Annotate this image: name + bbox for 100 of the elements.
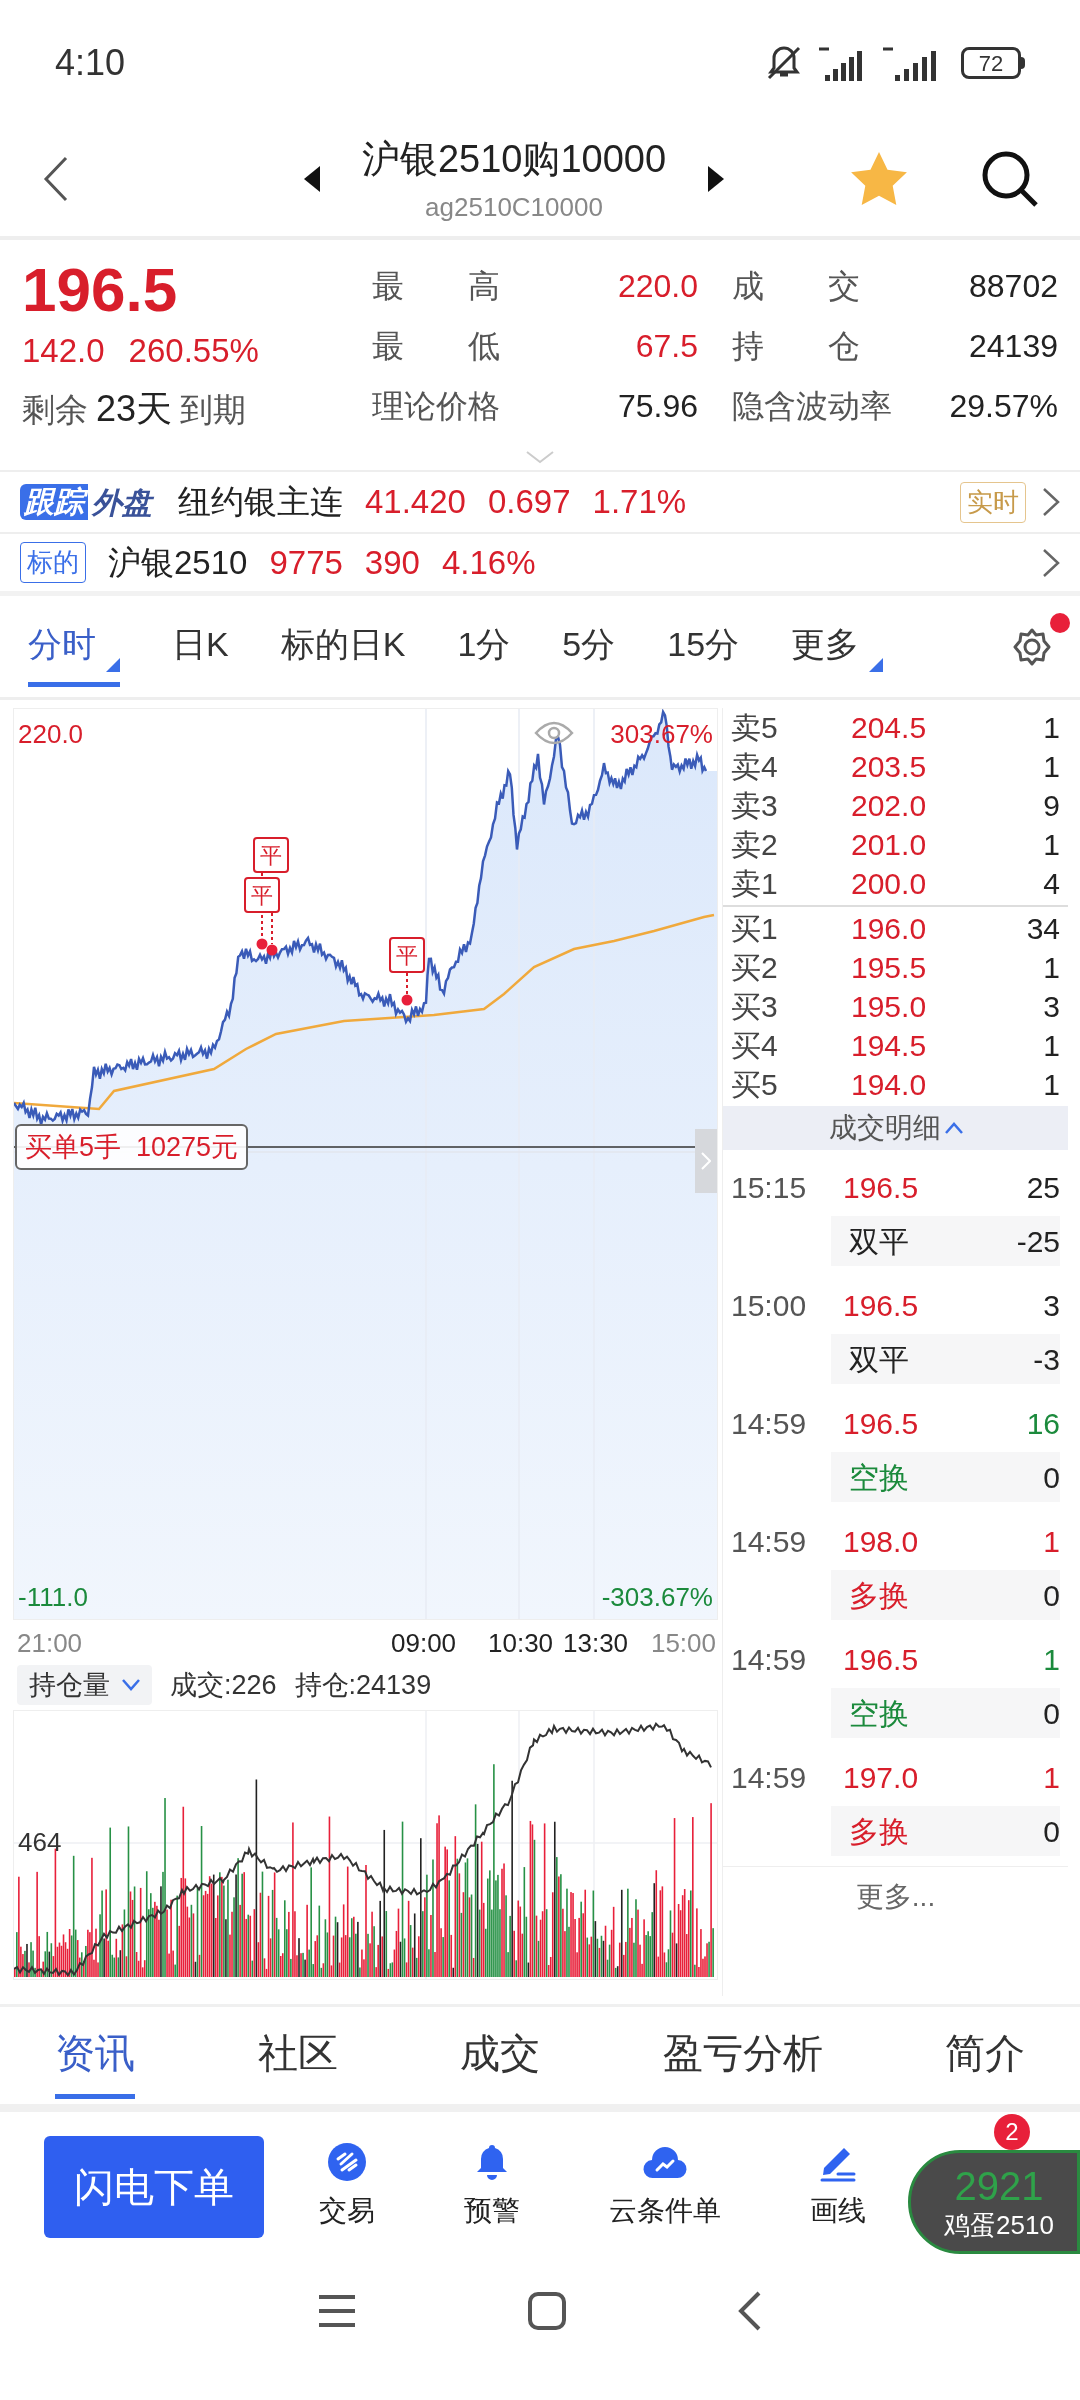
home-icon[interactable] [527, 2291, 567, 2331]
time-axis-label: 13:30 [563, 1627, 629, 1660]
trade-time: 14:59 [731, 1523, 808, 1560]
book-price: 204.5 [851, 710, 927, 746]
underlying-badge: 标的 [20, 542, 86, 583]
foreign-market-label: 外盘 [90, 484, 155, 521]
open-interest-change: 0 [1043, 1695, 1060, 1732]
stat-label: 持仓 [732, 327, 860, 366]
book-level-label: 卖5 [731, 710, 779, 746]
book-price: 194.0 [851, 1067, 927, 1103]
book-price: 196.0 [851, 911, 927, 947]
eye-icon[interactable] [534, 719, 574, 747]
underlying-change: 390 [364, 542, 420, 583]
trade-quantity: 1 [1043, 1641, 1060, 1678]
book-level-label: 买1 [731, 911, 779, 947]
open-interest-reading: 持仓:24139 [294, 1668, 432, 1702]
content-tab[interactable]: 成交 [460, 2012, 540, 2099]
content-tab[interactable]: 盈亏分析 [662, 2012, 823, 2099]
book-price: 200.0 [851, 866, 927, 902]
chart-tab[interactable]: 15分 [667, 606, 740, 687]
indicator-dropdown[interactable]: 持仓量 [17, 1665, 152, 1705]
more-button[interactable]: 更多... [723, 1866, 1068, 1926]
chart-tab[interactable]: 分时 [28, 606, 120, 687]
remaining-label: 剩余 [22, 389, 88, 430]
trade-time: 15:00 [731, 1287, 808, 1324]
chart-tab[interactable]: 1分 [457, 606, 511, 687]
stat-value: 24139 [969, 327, 1058, 366]
toolbar-action[interactable]: 预警 [463, 2142, 520, 2232]
stat-label: 理论价格 [372, 387, 500, 426]
chevron-right-icon[interactable] [1042, 547, 1060, 578]
order-line-label[interactable]: 买单5手 10275元 [15, 1124, 249, 1170]
book-quantity: 9 [1043, 788, 1060, 824]
chart-tab[interactable]: 更多 [791, 606, 884, 687]
trade-time: 14:59 [731, 1641, 808, 1678]
trade-quantity: 1 [1043, 1523, 1060, 1560]
close-marker[interactable]: 平 [253, 837, 289, 873]
book-level-label: 买3 [731, 989, 779, 1025]
trade-price: 196.5 [843, 1405, 919, 1442]
contract-code: ag2510C10000 [425, 191, 603, 224]
previous-icon[interactable] [303, 166, 322, 192]
search-icon[interactable] [980, 149, 1040, 209]
chevron-right-icon [701, 1152, 711, 1170]
toolbar-action[interactable]: 云条件单 [608, 2142, 721, 2232]
book-price: 203.5 [851, 749, 927, 785]
underlying-price: 9775 [269, 542, 343, 583]
underlying-change-percent: 4.16% [441, 542, 536, 583]
expiry-label: 到期 [180, 389, 247, 430]
book-quantity: 1 [1043, 950, 1060, 986]
trade-price: 198.0 [843, 1523, 919, 1560]
next-icon[interactable] [706, 166, 725, 192]
content-tab[interactable]: 简介 [945, 2012, 1025, 2099]
menu-icon[interactable] [317, 2294, 357, 2328]
book-level-label: 买4 [731, 1028, 779, 1064]
floating-name: 鸡蛋2510 [944, 2212, 1054, 2238]
notification-badge: 2 [994, 2114, 1030, 2150]
trade-price: 196.5 [843, 1641, 919, 1678]
trade-price: 196.5 [843, 1287, 919, 1324]
chart-tab[interactable]: 日K [172, 606, 229, 687]
content-tab[interactable]: 社区 [257, 2012, 338, 2099]
book-quantity: 1 [1043, 710, 1060, 746]
side-handle[interactable] [695, 1129, 717, 1193]
book-price: 202.0 [851, 788, 927, 824]
price-change-percent: 260.55% [128, 331, 259, 371]
chevron-right-icon[interactable] [1042, 487, 1060, 517]
stat-label: 最高 [372, 267, 500, 306]
book-level-label: 买5 [731, 1067, 779, 1103]
open-interest-change: -25 [1016, 1223, 1060, 1260]
foreign-name: 纽约银主连 [178, 482, 343, 523]
trade-detail-header[interactable]: 成交明细 [723, 1106, 1068, 1150]
trade-quantity: 1 [1043, 1759, 1060, 1796]
quick-order-button[interactable]: 闪电下单 [44, 2136, 264, 2238]
trade-type: 多换 [849, 1577, 909, 1614]
back-icon[interactable] [737, 2290, 763, 2332]
marker-pin-drawing [401, 973, 413, 1006]
book-quantity: 1 [1043, 1067, 1060, 1103]
open-interest-change: 0 [1043, 1577, 1060, 1614]
book-quantity: 4 [1043, 866, 1060, 902]
toolbar-action[interactable]: 画线 [809, 2142, 866, 2232]
book-price: 194.5 [851, 1028, 927, 1064]
content-tab[interactable]: 资讯 [55, 2012, 135, 2099]
close-marker[interactable]: 平 [244, 877, 280, 913]
trade-quantity: 25 [1026, 1169, 1060, 1206]
close-marker[interactable]: 平 [389, 937, 425, 973]
book-level-label: 卖2 [731, 827, 779, 863]
book-quantity: 1 [1043, 749, 1060, 785]
settings-icon[interactable] [1012, 626, 1052, 667]
open-interest-change: -3 [1033, 1341, 1060, 1378]
book-quantity: 1 [1043, 827, 1060, 863]
chart-tab[interactable]: 5分 [562, 606, 616, 687]
floating-quote-button[interactable]: 2921 鸡蛋2510 [908, 2150, 1080, 2254]
book-level-label: 卖3 [731, 788, 779, 824]
chart-tab[interactable]: 标的日K [280, 606, 406, 687]
time-axis-label: 15:00 [650, 1627, 716, 1660]
time-axis-label: 09:00 [391, 1627, 457, 1660]
trade-time: 14:59 [731, 1759, 808, 1796]
toolbar-action[interactable]: 交易 [318, 2142, 375, 2232]
chevron-down-icon [122, 1679, 140, 1691]
trade-quantity: 16 [1026, 1405, 1060, 1442]
book-quantity: 3 [1043, 989, 1060, 1025]
book-level-label: 卖1 [731, 866, 779, 902]
